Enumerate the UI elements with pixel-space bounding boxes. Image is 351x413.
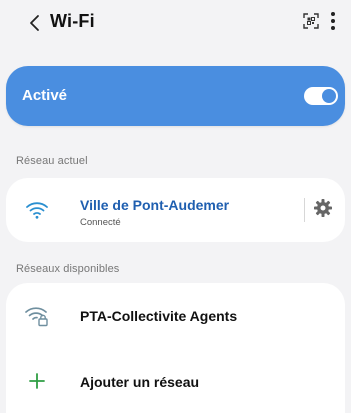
wifi-icon: [26, 202, 48, 219]
add-network-label: Ajouter un réseau: [80, 374, 200, 390]
more-vertical-icon: [331, 12, 335, 30]
wifi-switch[interactable]: [304, 87, 338, 105]
network-list-item[interactable]: PTA-Collectivite Agents: [6, 287, 345, 343]
page-title: Wi-Fi: [50, 11, 95, 31]
network-name: PTA-Collectivite Agents: [80, 308, 238, 324]
available-networks-card: PTA-Collectivite Agents Ajouter un résea…: [6, 283, 345, 413]
current-network-status: Connecté: [80, 217, 121, 228]
qr-code-scan-icon: [303, 13, 319, 29]
plus-icon: [29, 373, 45, 389]
app-header: Wi-Fi: [0, 0, 351, 46]
chevron-left-icon: [30, 15, 39, 31]
switch-knob: [322, 89, 336, 103]
current-network-icon-wrap: [24, 197, 50, 223]
current-network-row[interactable]: Ville de Pont-Audemer Connecté: [6, 178, 345, 242]
more-options-button[interactable]: [325, 8, 341, 34]
wifi-lock-icon: [25, 307, 48, 327]
back-button[interactable]: [22, 8, 46, 38]
wifi-toggle-label: Activé: [22, 87, 68, 104]
add-network-button[interactable]: Ajouter un réseau: [6, 353, 345, 409]
current-network-name: Ville de Pont-Audemer: [80, 197, 230, 213]
network-settings-button[interactable]: [312, 197, 334, 219]
available-networks-section-label: Réseaux disponibles: [16, 263, 120, 275]
gear-icon: [314, 199, 332, 217]
current-network-section-label: Réseau actuel: [16, 155, 88, 167]
current-network-card: Ville de Pont-Audemer Connecté: [6, 178, 345, 242]
qr-scan-button[interactable]: [300, 10, 322, 32]
network-icon-wrap: [24, 303, 50, 329]
wifi-toggle-card[interactable]: Activé: [6, 66, 345, 126]
divider: [304, 198, 305, 222]
add-icon-wrap: [24, 368, 50, 394]
